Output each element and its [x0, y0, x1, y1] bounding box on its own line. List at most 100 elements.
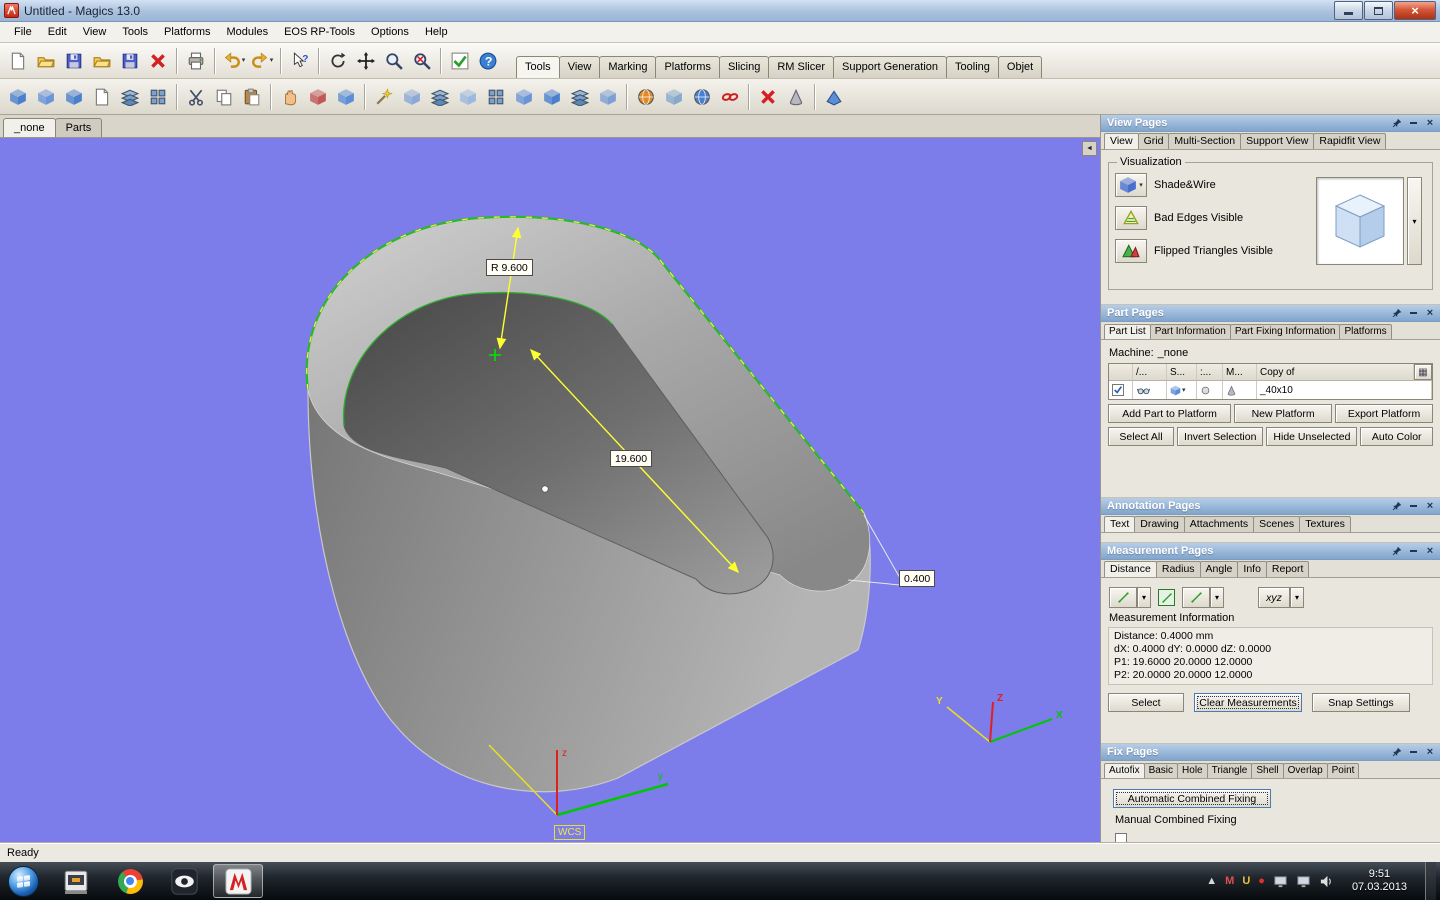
rtab-rm-slicer[interactable]: RM Slicer [768, 56, 834, 78]
start-button[interactable] [8, 866, 39, 897]
bad-edges-button[interactable] [1115, 206, 1147, 230]
part-table-row[interactable]: ▾ _40x10 [1109, 381, 1432, 399]
orientation-triad[interactable]: Y X Z [936, 693, 1063, 742]
stl-document-button[interactable] [88, 83, 116, 110]
add-part-button[interactable] [304, 83, 332, 110]
col-header[interactable]: :... [1197, 364, 1223, 380]
ptab-grid[interactable]: Grid [1138, 133, 1170, 149]
coordinate-mode-dropdown[interactable]: ▾ [1290, 587, 1304, 608]
ptab-part-information[interactable]: Part Information [1150, 324, 1231, 339]
hide-unselected-button[interactable]: Hide Unselected [1266, 427, 1357, 446]
snap-settings-button[interactable]: Snap Settings [1312, 693, 1410, 712]
cut-button[interactable] [182, 83, 210, 110]
pin-icon[interactable] [1390, 500, 1402, 512]
pin-icon[interactable] [1390, 307, 1402, 319]
distance-measure-label[interactable]: 19.600 [610, 450, 652, 467]
cube-icon[interactable] [1170, 385, 1181, 396]
new-file-button[interactable] [4, 47, 32, 74]
measurement-pages-header[interactable]: Measurement Pages × [1101, 543, 1440, 560]
sphere-blue-button[interactable] [688, 83, 716, 110]
menu-tools[interactable]: Tools [114, 23, 156, 41]
duplicate-part-button[interactable] [32, 83, 60, 110]
automatic-combined-fixing-button[interactable]: Automatic Combined Fixing [1113, 789, 1271, 808]
new-platform-button[interactable]: New Platform [1234, 404, 1332, 423]
vtab-parts[interactable]: Parts [55, 118, 103, 137]
select-button[interactable]: Select [1108, 693, 1184, 712]
ptab-part-fixing-information[interactable]: Part Fixing Information [1230, 324, 1341, 339]
export-platform-button[interactable]: Export Platform [1335, 404, 1433, 423]
minimize-panel-icon[interactable] [1407, 545, 1419, 557]
rotate-view-button[interactable] [324, 47, 352, 74]
partial-checkbox[interactable] [1115, 833, 1127, 843]
ptab-triangle[interactable]: Triangle [1207, 763, 1253, 778]
copy-button[interactable] [210, 83, 238, 110]
measure-target-dropdown[interactable]: ▾ [1210, 587, 1224, 608]
paste-button[interactable] [238, 83, 266, 110]
part-pages-header[interactable]: Part Pages × [1101, 305, 1440, 322]
auto-color-button[interactable]: Auto Color [1360, 427, 1433, 446]
ptab-angle[interactable]: Angle [1200, 561, 1239, 577]
taskbar-app-printer[interactable] [51, 864, 101, 898]
load-platform-button[interactable] [88, 47, 116, 74]
part-stack-button[interactable] [116, 83, 144, 110]
taskbar-app-magics[interactable] [213, 864, 263, 898]
scene-svg[interactable]: z y Y X Z [0, 138, 1100, 843]
maximize-button[interactable] [1364, 1, 1393, 20]
collapse-dock-button[interactable]: ◄ [1082, 141, 1097, 156]
tray-network-icon[interactable] [1296, 874, 1311, 889]
ptab-point[interactable]: Point [1327, 763, 1360, 778]
col-header[interactable]: S... [1167, 364, 1197, 380]
layer-view-button[interactable] [566, 83, 594, 110]
menu-platforms[interactable]: Platforms [156, 23, 218, 41]
minimize-panel-icon[interactable] [1407, 307, 1419, 319]
save-platform-button[interactable] [116, 47, 144, 74]
minimize-button[interactable] [1334, 1, 1363, 20]
ptab-basic[interactable]: Basic [1144, 763, 1178, 778]
coordinate-mode-button[interactable]: xyz [1258, 587, 1290, 608]
measure-target-button[interactable] [1182, 587, 1210, 608]
ptab-view[interactable]: View [1104, 133, 1139, 149]
shade-wire-button[interactable]: ▾ [1115, 173, 1147, 197]
rtab-objet[interactable]: Objet [998, 56, 1042, 78]
invert-selection-button[interactable]: Invert Selection [1177, 427, 1263, 446]
glasses-icon[interactable] [1136, 384, 1151, 397]
ptab-autofix[interactable]: Autofix [1104, 763, 1145, 778]
array-parts-button[interactable] [482, 83, 510, 110]
sphere-orange-button[interactable] [632, 83, 660, 110]
vtab-none[interactable]: _none [3, 118, 56, 137]
import-part-button[interactable] [4, 83, 32, 110]
fix-pages-header[interactable]: Fix Pages × [1101, 744, 1440, 761]
bounding-box-button[interactable] [594, 83, 622, 110]
ptab-drawing[interactable]: Drawing [1134, 516, 1185, 532]
minimize-panel-icon[interactable] [1407, 500, 1419, 512]
translate-part-button[interactable] [398, 83, 426, 110]
select-all-button[interactable]: Select All [1108, 427, 1174, 446]
ptab-shell[interactable]: Shell [1251, 763, 1283, 778]
pan-view-button[interactable] [352, 47, 380, 74]
annotation-pages-header[interactable]: Annotation Pages × [1101, 498, 1440, 515]
tray-display-icon[interactable] [1273, 874, 1288, 889]
context-help-button[interactable] [286, 47, 314, 74]
part-name[interactable]: _40x10 [1257, 381, 1432, 399]
shrink-wrap-button[interactable] [538, 83, 566, 110]
rtab-slicing[interactable]: Slicing [719, 56, 769, 78]
rtab-marking[interactable]: Marking [599, 56, 656, 78]
ptab-platforms[interactable]: Platforms [1339, 324, 1391, 339]
show-hidden-icon[interactable]: ▲ [1206, 875, 1217, 887]
zoom-selection-button[interactable] [408, 47, 436, 74]
show-desktop-button[interactable] [1425, 862, 1436, 900]
rtab-support-generation[interactable]: Support Generation [833, 56, 947, 78]
menu-eos-rp-tools[interactable]: EOS RP-Tools [276, 23, 363, 41]
cone-icon[interactable] [1226, 385, 1237, 396]
view-wedge-button[interactable] [820, 83, 848, 110]
tray-volume-icon[interactable] [1319, 874, 1334, 889]
save-file-button[interactable] [60, 47, 88, 74]
col-header[interactable]: /... [1133, 364, 1167, 380]
view-cube-preview[interactable] [1316, 177, 1404, 265]
column-config-button[interactable]: ▦ [1414, 364, 1432, 380]
rtab-tools[interactable]: Tools [516, 56, 560, 78]
print-button[interactable] [182, 47, 210, 74]
grab-button[interactable] [276, 83, 304, 110]
add-part-to-platform-button[interactable]: Add Part to Platform [1108, 404, 1231, 423]
ptab-text[interactable]: Text [1104, 516, 1135, 532]
